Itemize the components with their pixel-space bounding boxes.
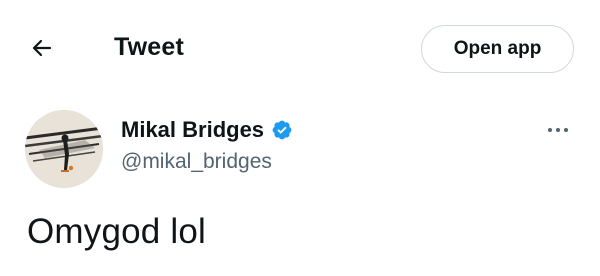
page-title: Tweet [114,33,184,61]
verified-badge-icon [271,119,293,141]
more-options-button[interactable] [540,118,576,142]
author-name[interactable]: Mikal Bridges [121,117,264,143]
arrow-left-icon [30,36,54,65]
open-app-button[interactable]: Open app [421,25,574,73]
author-handle[interactable]: @mikal_bridges [121,150,272,174]
top-bar: Tweet Open app [0,0,600,100]
avatar[interactable] [25,110,103,188]
more-options-icon [546,121,570,139]
tweet-text: Omygod lol [27,212,207,251]
author-row: Mikal Bridges [121,117,293,143]
back-button[interactable] [22,30,62,70]
